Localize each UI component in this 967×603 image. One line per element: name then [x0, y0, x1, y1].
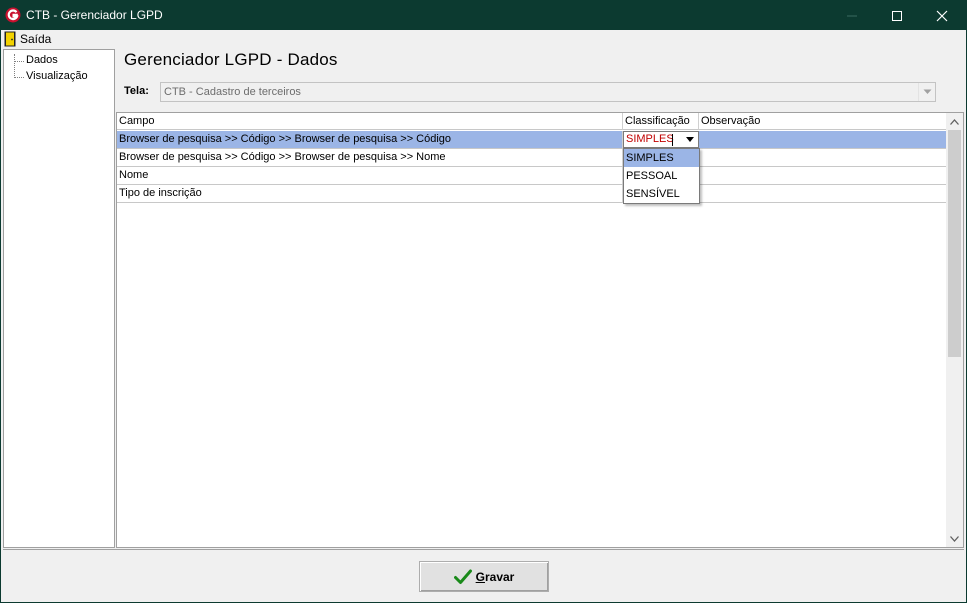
- exit-door-icon: [4, 31, 16, 47]
- classificacao-dropdown-list[interactable]: SIMPLES PESSOAL SENSÍVEL: [623, 148, 700, 204]
- cell-campo[interactable]: Nome: [117, 167, 623, 184]
- tree-item-visualizacao[interactable]: Visualização: [26, 70, 88, 82]
- tree-item-dados[interactable]: Dados: [26, 54, 58, 66]
- column-header-classificacao[interactable]: Classificação: [623, 113, 699, 130]
- classificacao-dropdown-button[interactable]: [682, 132, 698, 147]
- vertical-scrollbar[interactable]: [946, 113, 963, 547]
- table-row[interactable]: Nome: [117, 167, 947, 185]
- maximize-icon: [892, 10, 902, 21]
- minimize-icon: [847, 15, 857, 16]
- classificacao-editor-value[interactable]: SIMPLES: [626, 133, 674, 145]
- footer-panel: Gravar: [3, 549, 964, 601]
- window-title: CTB - Gerenciador LGPD: [26, 8, 163, 22]
- table-row[interactable]: Browser de pesquisa >> Código >> Browser…: [117, 131, 947, 149]
- title-bar[interactable]: CTB - Gerenciador LGPD: [1, 1, 966, 30]
- dropdown-option-sensivel[interactable]: SENSÍVEL: [624, 185, 699, 203]
- table-row[interactable]: Browser de pesquisa >> Código >> Browser…: [117, 149, 947, 167]
- cell-observacao[interactable]: [699, 167, 947, 184]
- minimize-button[interactable]: [829, 1, 875, 30]
- text-caret: [672, 134, 673, 146]
- tela-dropdown-button[interactable]: [918, 83, 935, 101]
- tree-connector: [14, 54, 15, 78]
- data-grid[interactable]: Campo Classificação Observação Browser d…: [116, 112, 964, 548]
- tree-connector: [14, 77, 24, 78]
- tela-label: Tela:: [124, 85, 149, 97]
- chevron-down-icon: [950, 535, 959, 542]
- save-button-mnemonic: G: [475, 569, 485, 584]
- menu-exit[interactable]: Saída: [4, 31, 51, 47]
- tela-select[interactable]: CTB - Cadastro de terceiros: [160, 82, 936, 102]
- cell-campo[interactable]: Tipo de inscrição: [117, 185, 623, 202]
- menu-bar: Saída: [1, 30, 966, 48]
- close-button[interactable]: [919, 1, 965, 30]
- chevron-down-icon: [686, 137, 694, 142]
- chevron-up-icon: [950, 118, 959, 125]
- column-header-campo[interactable]: Campo: [117, 113, 623, 130]
- scroll-down-button[interactable]: [946, 530, 963, 547]
- scroll-up-button[interactable]: [946, 113, 963, 130]
- classificacao-editor[interactable]: SIMPLES: [623, 131, 699, 148]
- save-button-label: Gravar: [476, 570, 515, 584]
- menu-exit-label: Saída: [20, 32, 52, 46]
- checkmark-icon: [453, 569, 472, 584]
- tree-connector: [14, 61, 24, 62]
- app-logo-icon: [5, 7, 21, 23]
- nav-tree: Dados Visualização: [3, 49, 115, 548]
- cell-observacao[interactable]: [699, 131, 947, 148]
- cell-campo[interactable]: Browser de pesquisa >> Código >> Browser…: [117, 131, 623, 148]
- dropdown-option-pessoal[interactable]: PESSOAL: [624, 167, 699, 185]
- column-header-observacao[interactable]: Observação: [699, 113, 947, 130]
- maximize-button[interactable]: [874, 1, 920, 30]
- save-button[interactable]: Gravar: [419, 561, 549, 592]
- cell-campo[interactable]: Browser de pesquisa >> Código >> Browser…: [117, 149, 623, 166]
- close-icon: [936, 10, 948, 21]
- save-button-label-rest: ravar: [484, 569, 515, 584]
- chevron-down-icon: [923, 89, 931, 94]
- scroll-thumb[interactable]: [948, 130, 961, 357]
- table-row[interactable]: Tipo de inscrição: [117, 185, 947, 203]
- dropdown-option-simples[interactable]: SIMPLES: [624, 149, 699, 167]
- page-title: Gerenciador LGPD - Dados: [124, 50, 338, 69]
- cell-observacao[interactable]: [699, 185, 947, 202]
- tela-select-value: CTB - Cadastro de terceiros: [164, 86, 301, 98]
- app-window: CTB - Gerenciador LGPD Saída Dados Visua…: [0, 0, 967, 603]
- cell-observacao[interactable]: [699, 149, 947, 166]
